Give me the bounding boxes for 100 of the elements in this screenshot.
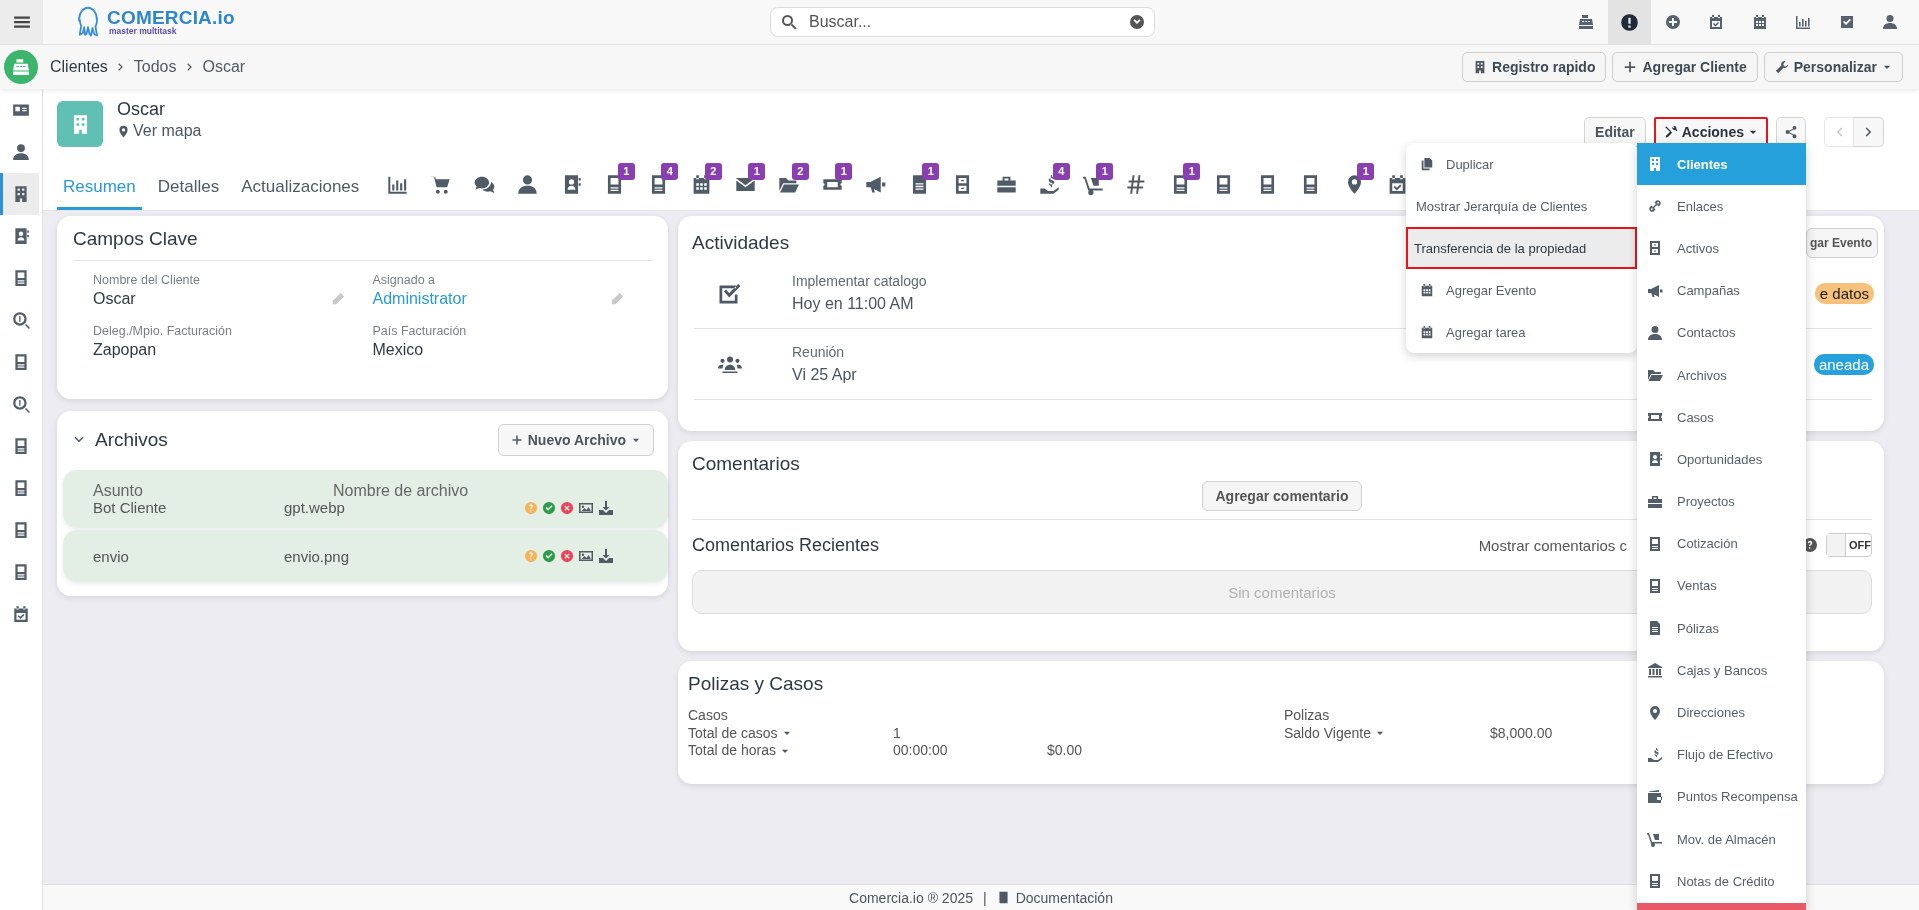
menu-item[interactable]: Puntos Recompensa — [1637, 775, 1806, 818]
wallet-icon — [1647, 788, 1663, 805]
header-button[interactable]: Registro rapido — [1462, 52, 1607, 82]
icon-tab[interactable]: 1 — [1158, 163, 1202, 210]
activity-time: Vi 25 Apr — [792, 366, 857, 384]
header-button[interactable]: Personalizar — [1763, 52, 1903, 82]
comments-icon — [473, 174, 495, 195]
menu-item[interactable]: Cajas y Bancos — [1637, 649, 1806, 692]
module-badge[interactable] — [4, 50, 38, 84]
menu-button[interactable] — [0, 0, 43, 44]
documentation-link[interactable]: Documentación — [1015, 889, 1113, 906]
activity-title[interactable]: Implementar catalogo — [792, 273, 927, 289]
building-icon — [1647, 156, 1663, 173]
bar-chart-icon — [1795, 14, 1812, 30]
icon-tab[interactable]: 2 — [679, 163, 724, 210]
share-icon — [1784, 125, 1798, 139]
icon-tab[interactable]: 2 — [766, 163, 811, 210]
field-label: Asignado a — [372, 273, 437, 287]
menu-item[interactable]: Mov. de Almacén — [1637, 818, 1806, 861]
bar-chart-icon — [386, 174, 408, 195]
menu-item[interactable]: Campañas — [1637, 269, 1806, 312]
folder-icon — [1647, 367, 1663, 384]
field-label: Nombre del Cliente — [93, 273, 201, 287]
menu-item[interactable]: Archivos — [1637, 353, 1806, 397]
icon-tab[interactable]: 4 — [1027, 163, 1072, 210]
menu-item[interactable]: Activos — [1637, 227, 1806, 270]
file-row[interactable]: envio envio.png — [63, 530, 668, 582]
menu-item[interactable]: Cotización — [1637, 522, 1806, 565]
summary-dropdown[interactable]: Saldo Vigente — [1284, 724, 1490, 742]
table-cell-text: gpt.webp — [284, 499, 346, 517]
menu-item[interactable]: Casos — [1637, 396, 1806, 439]
id-card-icon — [12, 101, 30, 119]
group-title: Casos — [688, 707, 729, 725]
hand-truck-icon — [1082, 174, 1104, 195]
new-file-button[interactable]: Nuevo Archivo — [497, 424, 654, 456]
card-title: Campos Clave — [73, 228, 198, 250]
menu-item[interactable]: Agregar Evento — [1406, 269, 1637, 311]
summary-dropdown[interactable]: Total de casos — [688, 724, 893, 742]
tab[interactable]: Actualizaciones — [235, 177, 366, 210]
status-badge: aneada — [1813, 353, 1874, 375]
count-badge: 1 — [617, 163, 635, 180]
icon-tab[interactable]: 1 — [723, 163, 767, 210]
card-title: Comentarios — [692, 453, 800, 475]
building-icon — [12, 185, 30, 203]
copy-icon — [1420, 157, 1434, 171]
summary-value: 00:00:00 — [893, 742, 949, 760]
menu-item[interactable]: Proyectos — [1637, 480, 1806, 523]
count-badge: 2 — [791, 163, 809, 180]
add-comment-button[interactable]: Agregar comentario — [1202, 481, 1362, 511]
summary-dropdown[interactable]: Total de horas — [688, 742, 893, 760]
menu-item[interactable]: Notas de Crédito — [1637, 860, 1806, 903]
menu-item[interactable]: Mostrar Jerarquía de Clientes — [1406, 185, 1637, 227]
breadcrumb-link[interactable]: Todos — [133, 58, 177, 76]
record-name: Oscar — [117, 99, 166, 120]
document-icon — [12, 353, 30, 371]
add-event-button[interactable]: gar Evento — [1806, 228, 1878, 258]
icon-tab[interactable]: 1 — [1071, 163, 1115, 210]
menu-item[interactable]: Contactos — [1637, 311, 1806, 354]
table-cell-text: envio — [93, 547, 130, 565]
breadcrumb-link[interactable]: Clientes — [50, 58, 108, 76]
breadcrumb-link[interactable]: Oscar — [202, 58, 246, 76]
sidebar-item[interactable] — [0, 173, 39, 215]
field-value: Mexico — [372, 341, 424, 359]
menu-item[interactable]: Transferencia de la propiedad — [1406, 227, 1637, 269]
icon-tab[interactable]: 4 — [636, 163, 680, 210]
wrench-icon — [1774, 60, 1789, 74]
header-button[interactable]: Agregar Cliente — [1612, 52, 1758, 82]
logo-text: COMERCIA.io — [107, 8, 235, 28]
building-icon — [1473, 60, 1487, 74]
map-link[interactable]: Ver mapa — [117, 122, 202, 140]
count-badge: 4 — [661, 163, 679, 180]
calendar-icon — [1751, 14, 1768, 30]
menu-item[interactable]: Agregar tarea — [1406, 311, 1637, 353]
count-badge: 1 — [922, 163, 940, 180]
search-field[interactable]: Buscar... — [770, 7, 1155, 37]
hand-dollar-icon — [1039, 174, 1061, 195]
contact-card-icon — [1647, 451, 1663, 468]
icon-tab[interactable]: 1 — [1332, 163, 1376, 210]
calendar-icon — [1420, 283, 1434, 297]
count-badge: 4 — [1052, 163, 1070, 180]
file-row[interactable]: Asunto Nombre de archivo Bot Cliente gpt.webp — [63, 470, 668, 528]
toolbar-button[interactable] — [1607, 0, 1651, 44]
cabinet-icon — [1647, 240, 1663, 257]
icon-tab[interactable]: 1 — [592, 163, 637, 210]
tab[interactable]: Detalles — [151, 177, 226, 210]
icon-tab[interactable]: 1 — [897, 163, 941, 210]
table-cell-text: Bot Cliente — [93, 499, 168, 517]
activity-title[interactable]: Reunión — [792, 344, 845, 360]
menu-item[interactable]: Oportunidades — [1637, 438, 1806, 481]
separator-text: | — [983, 889, 987, 906]
cash-register-icon — [1577, 14, 1594, 30]
toggle-switch[interactable]: OFF — [1826, 533, 1872, 557]
menu-item[interactable]: Flujo de Efectivo — [1637, 733, 1806, 776]
document-icon — [1647, 577, 1663, 594]
map-pin-icon — [117, 124, 130, 138]
menu-item[interactable]: Direcciones — [1637, 691, 1806, 734]
menu-item[interactable]: Enlaces — [1637, 185, 1806, 228]
image-icon — [578, 548, 594, 564]
icon-tab[interactable]: 1 — [810, 163, 854, 210]
user-icon — [517, 174, 539, 195]
